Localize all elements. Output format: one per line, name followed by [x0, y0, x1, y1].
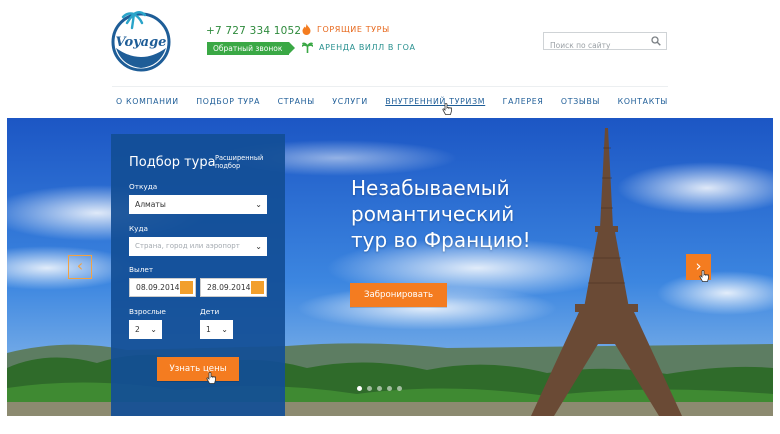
children-label: Дети [200, 307, 220, 316]
form-title: Подбор тура [129, 155, 216, 170]
nav-item-contacts[interactable]: КОНТАКТЫ [618, 97, 668, 106]
advanced-search-link[interactable]: Расширенный подбор [215, 154, 277, 170]
main-nav: О КОМПАНИИ ПОДБОР ТУРА СТРАНЫ УСЛУГИ ВНУ… [116, 97, 668, 106]
calendar-icon[interactable] [180, 281, 193, 294]
calendar-icon[interactable] [251, 281, 264, 294]
headline-line: романтический [351, 202, 515, 226]
chevron-left-icon: ‹ [76, 256, 84, 275]
logo-text: Voyage [116, 35, 167, 50]
tour-search-form: Подбор тура Расширенный подбор Откуда Ал… [111, 134, 285, 416]
hero-banner: Подбор тура Расширенный подбор Откуда Ал… [7, 118, 773, 416]
from-label: Откуда [129, 182, 158, 191]
chevron-down-icon: ⌄ [255, 242, 262, 251]
adults-select[interactable]: 2 ⌄ [129, 320, 162, 339]
phone-number[interactable]: +7 727 334 1052 [206, 25, 301, 37]
banner-headline: Незабываемый романтический тур во Франци… [351, 175, 531, 253]
date-from-field[interactable]: 08.09.2014 [129, 278, 196, 297]
slider-pagination [357, 386, 402, 391]
hot-tours-link[interactable]: ГОРЯЩИЕ ТУРЫ [302, 24, 390, 35]
hand-cursor-icon [699, 270, 709, 282]
chevron-down-icon: ⌄ [150, 325, 157, 334]
adults-label: Взрослые [129, 307, 166, 316]
hand-cursor-icon [442, 103, 452, 115]
children-select[interactable]: 1 ⌄ [200, 320, 233, 339]
logo[interactable]: Voyage [110, 8, 172, 72]
callback-button[interactable]: Обратный звонок [207, 42, 296, 55]
nav-item-services[interactable]: УСЛУГИ [332, 97, 368, 106]
headline-line: тур во Францию! [351, 228, 531, 252]
villas-label: АРЕНДА ВИЛЛ В ГОА [319, 43, 416, 52]
headline-line: Незабываемый [351, 176, 510, 200]
nav-item-reviews[interactable]: ОТЗЫВЫ [561, 97, 600, 106]
chevron-down-icon: ⌄ [255, 200, 262, 209]
slider-dot[interactable] [387, 386, 392, 391]
to-label: Куда [129, 224, 149, 233]
nav-item-gallery[interactable]: ГАЛЕРЕЯ [503, 97, 544, 106]
palm-icon [302, 42, 313, 53]
depart-label: Вылет [129, 265, 154, 274]
hand-cursor-icon [206, 372, 216, 384]
slider-dot[interactable] [357, 386, 362, 391]
slider-dot[interactable] [397, 386, 402, 391]
villas-link[interactable]: АРЕНДА ВИЛЛ В ГОА [302, 42, 416, 53]
adults-value: 2 [135, 325, 140, 334]
hot-tours-label: ГОРЯЩИЕ ТУРЫ [317, 25, 390, 34]
date-to-value: 28.09.2014 [207, 283, 251, 292]
nav-item-domestic-tourism[interactable]: ВНУТРЕННИЙ ТУРИЗМ [385, 97, 485, 106]
header-divider [112, 86, 668, 87]
slider-prev-button[interactable]: ‹ [68, 255, 92, 279]
children-value: 1 [206, 325, 211, 334]
nav-item-countries[interactable]: СТРАНЫ [278, 97, 315, 106]
to-select[interactable]: Страна, город или аэропорт ⌄ [129, 237, 267, 256]
to-placeholder: Страна, город или аэропорт [135, 242, 240, 250]
book-button[interactable]: Забронировать [350, 283, 447, 307]
flame-icon [302, 24, 311, 35]
nav-item-tour-search[interactable]: ПОДБОР ТУРА [196, 97, 260, 106]
nav-item-about[interactable]: О КОМПАНИИ [116, 97, 179, 106]
slider-dot[interactable] [367, 386, 372, 391]
search-icon[interactable] [651, 36, 661, 46]
slider-dot[interactable] [377, 386, 382, 391]
get-prices-button[interactable]: Узнать цены [157, 357, 239, 381]
search-box [543, 32, 667, 54]
search-input[interactable] [544, 37, 644, 54]
chevron-down-icon: ⌄ [221, 325, 228, 334]
from-value: Алматы [135, 200, 166, 209]
date-to-field[interactable]: 28.09.2014 [200, 278, 267, 297]
date-from-value: 08.09.2014 [136, 283, 180, 292]
from-select[interactable]: Алматы ⌄ [129, 195, 267, 214]
